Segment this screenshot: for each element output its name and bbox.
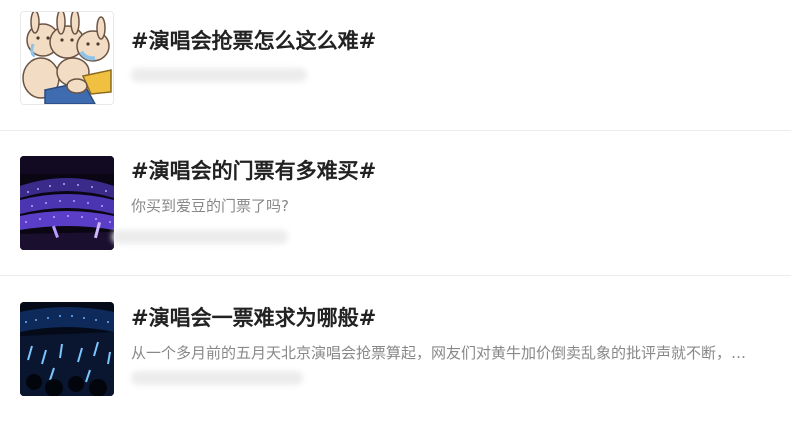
- divider: [0, 275, 791, 276]
- topic-summary: 从一个多月前的五月天北京演唱会抢票算起，网友们对黄牛加价倒卖乱象的批评声就不断，…: [131, 344, 747, 362]
- topic-thumbnail[interactable]: [20, 156, 114, 250]
- topic-summary: 你买到爱豆的门票了吗?: [131, 197, 289, 215]
- topic-item[interactable]: #演唱会一票难求为哪般# 从一个多月前的五月天北京演唱会抢票算起，网友们对黄牛加…: [0, 291, 791, 421]
- topic-thumbnail[interactable]: [20, 11, 114, 105]
- topic-meta-blurred: [131, 68, 307, 82]
- topic-title[interactable]: #演唱会抢票怎么这么难#: [131, 28, 376, 54]
- topic-meta-blurred: [131, 371, 303, 385]
- topic-title[interactable]: #演唱会的门票有多难买#: [131, 158, 376, 184]
- divider: [0, 130, 791, 131]
- concert-stadium-purple-thumbnail-icon: [20, 156, 114, 250]
- topic-title[interactable]: #演唱会一票难求为哪般#: [131, 305, 376, 331]
- concert-crowd-blue-thumbnail-icon: [20, 302, 114, 396]
- topic-meta-blurred: [112, 230, 288, 244]
- cartoon-rabbits-thumbnail-icon: [21, 12, 113, 104]
- topic-list: #演唱会抢票怎么这么难# #演唱会的门票有多难买# 你买到爱豆的门票了吗? #演…: [0, 0, 791, 400]
- topic-item[interactable]: #演唱会抢票怎么这么难#: [0, 0, 791, 130]
- topic-thumbnail[interactable]: [20, 302, 114, 396]
- topic-item[interactable]: #演唱会的门票有多难买# 你买到爱豆的门票了吗?: [0, 146, 791, 276]
